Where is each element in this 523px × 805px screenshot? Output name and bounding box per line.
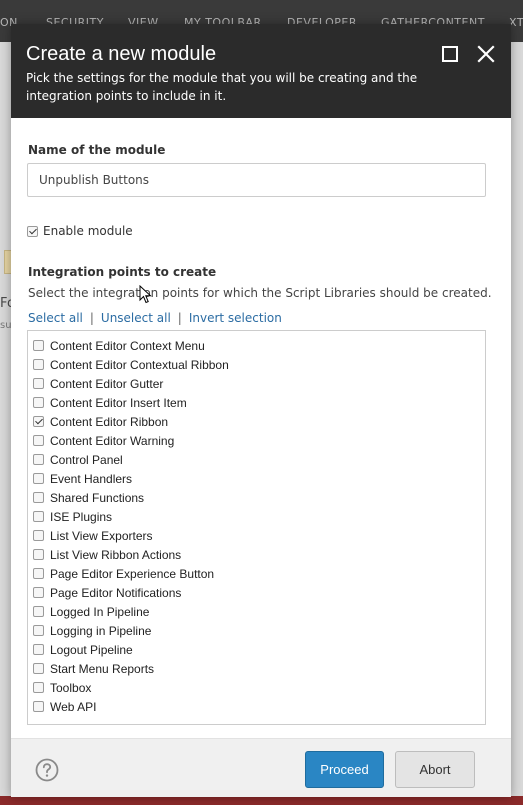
integration-point-item[interactable]: Content Editor Warning	[28, 431, 485, 450]
help-button[interactable]	[35, 758, 59, 782]
integration-point-item[interactable]: Logging in Pipeline	[28, 621, 485, 640]
integration-point-label: Event Handlers	[50, 471, 133, 486]
integration-points-list[interactable]: Content Editor Context Menu Content Edito…	[27, 330, 486, 725]
integration-point-checkbox[interactable]	[33, 416, 44, 427]
integration-point-checkbox[interactable]	[33, 340, 44, 351]
maximize-icon	[442, 46, 458, 62]
integration-point-item[interactable]: Event Handlers	[28, 469, 485, 488]
integration-point-label: Shared Functions	[50, 490, 145, 505]
integration-point-label: Content Editor Context Menu	[50, 338, 205, 353]
integration-point-checkbox[interactable]	[33, 530, 44, 541]
bg-nav-item: XT	[509, 16, 523, 29]
integration-point-label: Page Editor Notifications	[50, 585, 182, 600]
integration-point-item[interactable]: ISE Plugins	[28, 507, 485, 526]
integration-point-label: Content Editor Insert Item	[50, 395, 187, 410]
integration-point-checkbox[interactable]	[33, 568, 44, 579]
enable-module-row[interactable]: Enable module	[27, 224, 133, 238]
proceed-button[interactable]: Proceed	[305, 751, 384, 788]
integration-point-label: Control Panel	[50, 452, 123, 467]
integration-point-checkbox[interactable]	[33, 397, 44, 408]
integration-point-label: Logged In Pipeline	[50, 604, 150, 619]
integration-point-checkbox[interactable]	[33, 644, 44, 655]
abort-button[interactable]: Abort	[395, 751, 475, 788]
integration-points-label: Integration points to create	[28, 265, 217, 279]
integration-point-checkbox[interactable]	[33, 378, 44, 389]
integration-point-item[interactable]: List View Exporters	[28, 526, 485, 545]
integration-point-label: Content Editor Contextual Ribbon	[50, 357, 229, 372]
integration-point-item[interactable]: List View Ribbon Actions	[28, 545, 485, 564]
module-name-input[interactable]	[27, 163, 486, 197]
link-separator: |	[177, 311, 182, 325]
integration-point-item[interactable]: Content Editor Context Menu	[28, 336, 485, 355]
integration-point-item[interactable]: Page Editor Experience Button	[28, 564, 485, 583]
dialog-title: Create a new module	[26, 43, 217, 65]
integration-point-label: Start Menu Reports	[50, 661, 155, 676]
integration-point-label: Logging in Pipeline	[50, 623, 152, 638]
integration-point-label: Page Editor Experience Button	[50, 566, 215, 581]
integration-point-item[interactable]: Control Panel	[28, 450, 485, 469]
integration-point-checkbox[interactable]	[33, 625, 44, 636]
integration-point-item[interactable]: Toolbox	[28, 678, 485, 697]
integration-point-label: List View Ribbon Actions	[50, 547, 182, 562]
integration-point-label: Content Editor Gutter	[50, 376, 164, 391]
select-all-link[interactable]: Select all	[28, 311, 83, 325]
integration-point-label: ISE Plugins	[50, 509, 113, 524]
mouse-cursor-icon	[139, 285, 152, 304]
integration-point-checkbox[interactable]	[33, 454, 44, 465]
integration-point-checkbox[interactable]	[33, 663, 44, 674]
dialog-header: Create a new module Pick the settings fo…	[11, 24, 511, 118]
integration-point-item[interactable]: Logged In Pipeline	[28, 602, 485, 621]
integration-point-label: Web API	[50, 699, 97, 714]
help-icon	[35, 758, 59, 782]
integration-point-item[interactable]: Content Editor Gutter	[28, 374, 485, 393]
integration-point-checkbox[interactable]	[33, 701, 44, 712]
integration-point-label: Content Editor Warning	[50, 433, 175, 448]
close-button[interactable]	[474, 42, 498, 66]
create-module-dialog: Create a new module Pick the settings fo…	[11, 24, 511, 797]
integration-point-item[interactable]: Content Editor Insert Item	[28, 393, 485, 412]
dialog-subtitle: Pick the settings for the module that yo…	[26, 71, 418, 103]
invert-selection-link[interactable]: Invert selection	[189, 311, 282, 325]
integration-point-checkbox[interactable]	[33, 682, 44, 693]
integration-point-label: List View Exporters	[50, 528, 153, 543]
close-icon	[477, 45, 495, 63]
link-separator: |	[89, 311, 94, 325]
integration-point-item[interactable]: Shared Functions	[28, 488, 485, 507]
enable-module-label: Enable module	[43, 224, 133, 238]
integration-point-checkbox[interactable]	[33, 511, 44, 522]
integration-point-item[interactable]: Logout Pipeline	[28, 640, 485, 659]
module-name-label: Name of the module	[28, 143, 166, 157]
integration-point-label: Logout Pipeline	[50, 642, 133, 657]
dialog-footer: Proceed Abort	[11, 738, 511, 797]
background-footer-strip	[0, 796, 523, 805]
integration-point-item[interactable]: Start Menu Reports	[28, 659, 485, 678]
integration-point-checkbox[interactable]	[33, 606, 44, 617]
integration-point-checkbox[interactable]	[33, 473, 44, 484]
maximize-button[interactable]	[438, 42, 462, 66]
integration-point-checkbox[interactable]	[33, 359, 44, 370]
enable-module-checkbox[interactable]	[27, 225, 38, 237]
integration-point-item[interactable]: Web API	[28, 697, 485, 716]
integration-point-item[interactable]: Content Editor Contextual Ribbon	[28, 355, 485, 374]
integration-point-checkbox[interactable]	[33, 549, 44, 560]
background-subtext: su	[0, 320, 12, 331]
integration-point-label: Content Editor Ribbon	[50, 414, 169, 429]
integration-point-item[interactable]: Page Editor Notifications	[28, 583, 485, 602]
selection-links: Select all | Unselect all | Invert selection	[28, 311, 282, 325]
unselect-all-link[interactable]: Unselect all	[101, 311, 171, 325]
integration-point-checkbox[interactable]	[33, 435, 44, 446]
dialog-body: Name of the module Enable module Integra…	[11, 118, 511, 738]
integration-point-item[interactable]: Content Editor Ribbon	[28, 412, 485, 431]
integration-point-label: Toolbox	[50, 680, 92, 695]
integration-point-checkbox[interactable]	[33, 492, 44, 503]
integration-point-checkbox[interactable]	[33, 587, 44, 598]
integration-points-description: Select the integration points for which …	[28, 286, 492, 300]
